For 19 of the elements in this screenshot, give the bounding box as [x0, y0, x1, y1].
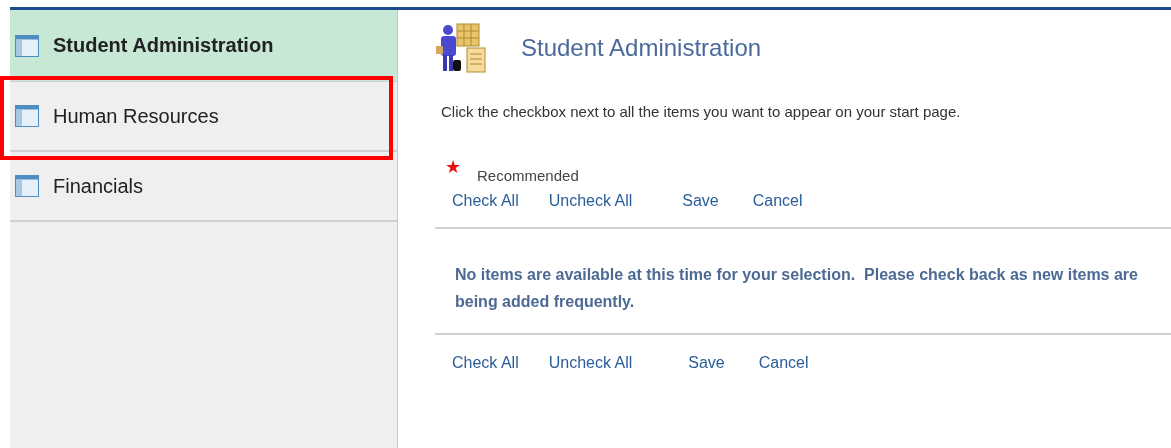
action-link[interactable]: Save	[688, 354, 725, 372]
action-link[interactable]: Check All	[452, 354, 519, 372]
star-icon: ★	[445, 158, 461, 176]
action-link[interactable]: Cancel	[752, 192, 803, 210]
page-title: Student Administration	[521, 34, 762, 62]
window-icon	[15, 175, 39, 197]
action-link[interactable]: Save	[682, 192, 719, 210]
sidebar-item[interactable]: Human Resources	[10, 82, 397, 152]
sidebar-item[interactable]: Student Administration	[10, 10, 397, 82]
action-link[interactable]: Uncheck All	[548, 354, 633, 372]
sidebar-item[interactable]: Financials	[10, 152, 397, 222]
no-items-message: No items are available at this time for your selection. Please check back as new items are being added frequently.	[455, 265, 1139, 312]
action-link[interactable]: Cancel	[758, 354, 809, 372]
instruction-text: Click the checkbox next to all the items you want to appear on your start page.	[441, 103, 962, 120]
action-link[interactable]: Uncheck All	[548, 192, 633, 210]
window-icon	[15, 34, 39, 57]
action-link[interactable]: Check All	[452, 192, 519, 210]
window-icon	[15, 105, 39, 127]
legend-label: Recommended	[477, 167, 579, 184]
